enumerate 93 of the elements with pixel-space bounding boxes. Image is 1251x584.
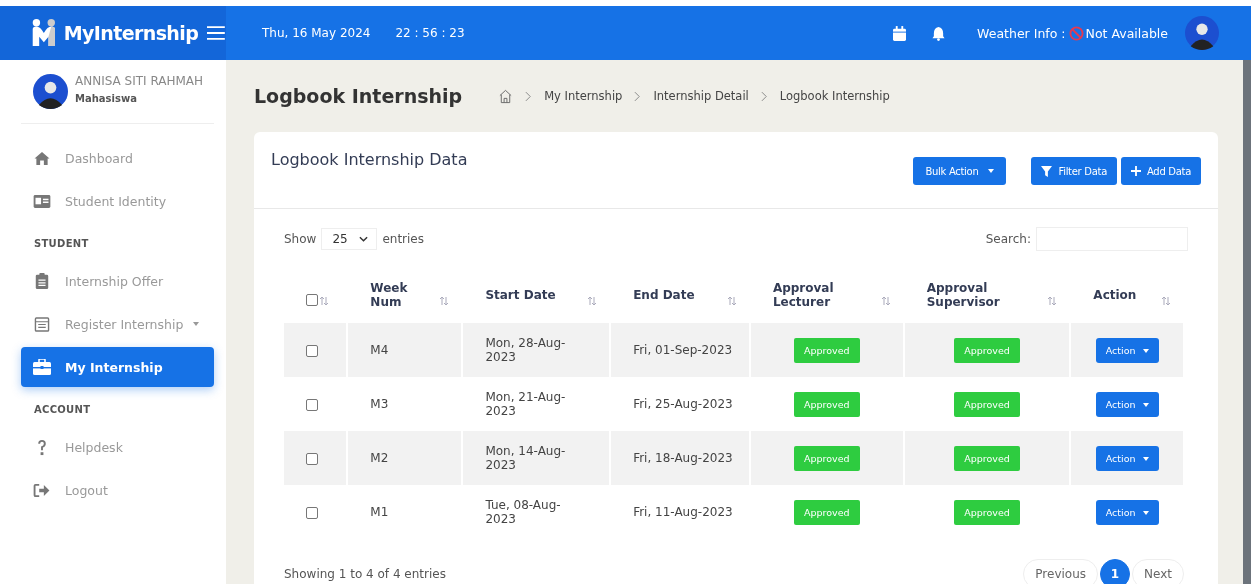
checkbox[interactable] [306, 506, 318, 519]
action-button[interactable]: Action [1095, 391, 1159, 417]
home-icon[interactable] [498, 88, 514, 104]
sidebar-item[interactable]: Helpdesk [21, 427, 214, 467]
sidebar-section-label: ACCOUNT [33, 403, 92, 417]
status-badge: Approved [954, 499, 1020, 525]
table-cell: M2 [370, 451, 389, 465]
breadcrumb-item[interactable]: My Internship [544, 89, 623, 103]
sort-icon[interactable] [1047, 296, 1058, 306]
status-badge: Approved [954, 445, 1020, 471]
table-info: Showing 1 to 4 of 4 entries [284, 567, 446, 581]
table-cell: Fri, 01-Sep-2023 [633, 343, 733, 357]
column-header: End Date [633, 288, 695, 302]
pagination-button[interactable]: 1 [1100, 559, 1131, 584]
weather-label: Weather Info : [977, 25, 1066, 41]
user-name: ANNISA SITI RAHMAH [75, 74, 204, 88]
entries-label: entries [382, 232, 424, 246]
table-cell: M1 [370, 505, 389, 519]
sort-icon[interactable] [726, 296, 737, 306]
toolbar-button[interactable]: Add Data [1120, 157, 1201, 185]
home-icon [32, 150, 52, 166]
sort-icon[interactable] [1161, 296, 1171, 306]
chevron-icon [634, 90, 642, 102]
calendar-icon[interactable] [893, 25, 907, 41]
table-cell-text: Mon, 21-Aug-2023 [485, 390, 567, 418]
pagination-button[interactable]: Next [1132, 559, 1184, 584]
column-header: Action [1093, 288, 1137, 302]
table-cell: M4 [370, 343, 389, 357]
table-cell: Fri, 18-Aug-2023 [633, 451, 733, 465]
sidebar-section-label: STUDENT [33, 237, 90, 251]
header-date: Thu, 16 May 2024 [262, 26, 371, 40]
sort-icon[interactable] [439, 296, 450, 306]
table-cell: Fri, 11-Aug-2023 [633, 505, 733, 519]
menu-icon[interactable] [206, 25, 226, 41]
status-badge: Approved [794, 499, 860, 525]
sidebar-item[interactable]: Dashboard [21, 138, 214, 178]
status-badge: Approved [954, 391, 1020, 417]
chevron-icon [525, 90, 533, 102]
sidebar-item[interactable]: Logout [21, 470, 214, 510]
status-badge: Approved [954, 337, 1020, 363]
breadcrumb-item[interactable]: Internship Detail [653, 89, 749, 103]
column-header: Approval Lecturer [772, 281, 835, 309]
filter-icon [1041, 165, 1053, 177]
sort-icon[interactable] [319, 296, 329, 306]
avatar-icon[interactable] [1185, 16, 1219, 50]
column-header: Week Num [370, 281, 409, 309]
sort-icon[interactable] [880, 296, 891, 306]
search-label: Search: [985, 232, 1031, 246]
sidebar-item[interactable]: Internship Offer [21, 261, 214, 301]
pagination-button[interactable]: Previous [1023, 559, 1099, 584]
form-icon [32, 316, 52, 332]
toolbar-button[interactable]: Bulk Action [913, 157, 1007, 185]
user-role: Mahasiswa [75, 93, 138, 104]
checkbox[interactable] [306, 452, 318, 465]
sidebar-item[interactable]: Register Internship [21, 304, 214, 344]
checkbox[interactable] [306, 293, 318, 306]
status-badge: Approved [794, 445, 860, 471]
prohibited-icon [1068, 25, 1084, 41]
header-time: 22 : 56 : 23 [395, 26, 465, 40]
id-card-icon [32, 194, 52, 208]
chevron-down-icon [359, 236, 369, 242]
column-header: Approval Supervisor [926, 281, 1001, 309]
card-title: Logbook Internship Data [271, 150, 468, 169]
action-button[interactable]: Action [1095, 337, 1159, 363]
table-cell: M3 [370, 397, 389, 411]
logout-icon [32, 483, 52, 497]
table-cell-text: Mon, 28-Aug-2023 [485, 336, 567, 364]
table-cell: Fri, 25-Aug-2023 [633, 397, 733, 411]
chevron-icon [760, 90, 768, 102]
page-size-select[interactable]: 25 [321, 228, 378, 250]
scrollbar[interactable] [1243, 60, 1251, 584]
page-title: Logbook Internship [254, 85, 463, 107]
status-badge: Approved [794, 391, 860, 417]
table-cell-text: Mon, 14-Aug-2023 [485, 444, 567, 472]
table-cell-text: Tue, 08-Aug-2023 [485, 498, 562, 526]
toolbar-button[interactable]: Filter Data [1031, 157, 1117, 185]
briefcase-icon [32, 359, 52, 375]
action-button[interactable]: Action [1095, 499, 1159, 525]
bell-icon[interactable] [932, 25, 946, 41]
brand-name: MyInternship [63, 22, 199, 44]
weather-value: Not Available [1085, 25, 1168, 41]
plus-icon [1130, 166, 1141, 176]
column-header: Start Date [485, 288, 556, 302]
status-badge: Approved [794, 337, 860, 363]
sidebar-item[interactable]: My Internship [21, 347, 214, 387]
checkbox[interactable] [306, 344, 318, 357]
sort-icon[interactable] [587, 296, 598, 306]
checkbox[interactable] [306, 398, 318, 411]
breadcrumb-item: Logbook Internship [779, 89, 890, 103]
sidebar-item[interactable]: Student Identity [21, 181, 214, 221]
action-button[interactable]: Action [1095, 445, 1159, 471]
show-label: Show [284, 232, 317, 246]
avatar-icon [33, 74, 68, 109]
